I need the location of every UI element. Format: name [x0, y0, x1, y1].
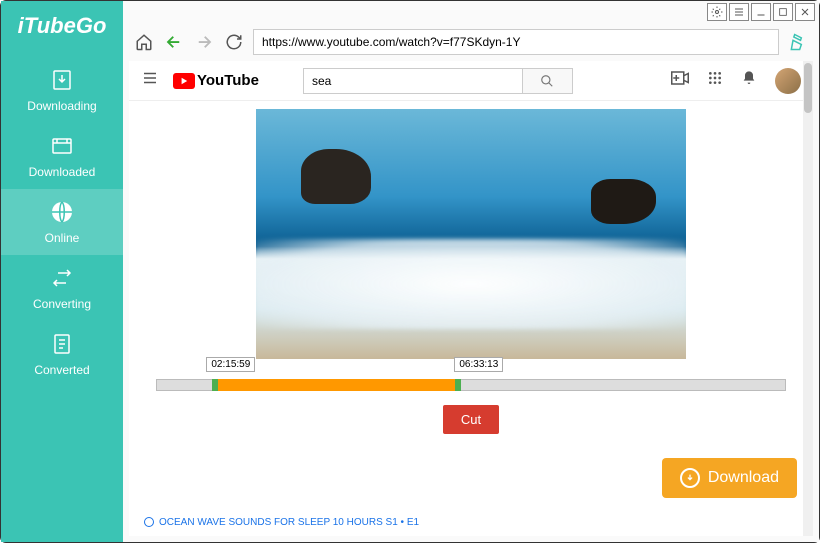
download-button[interactable]: Download: [662, 458, 797, 498]
app-logo: iTubeGo: [18, 13, 107, 39]
video-wrap: 02:15:59 06:33:13 Cut: [129, 101, 813, 434]
forward-icon[interactable]: [193, 31, 215, 53]
clip-end-handle[interactable]: [455, 379, 461, 391]
sidebar-item-label: Downloaded: [29, 165, 96, 179]
clip-end-time[interactable]: 06:33:13: [454, 357, 503, 372]
search-button[interactable]: [523, 68, 573, 94]
sidebar-item-label: Converting: [33, 297, 91, 311]
settings-button[interactable]: [707, 3, 727, 21]
back-icon[interactable]: [163, 31, 185, 53]
clip-start-time[interactable]: 02:15:59: [206, 357, 255, 372]
clip-selection[interactable]: [218, 379, 455, 391]
avatar[interactable]: [775, 68, 801, 94]
document-icon: [49, 331, 75, 357]
download-label: Download: [708, 469, 779, 487]
sidebar-item-downloading[interactable]: Downloading: [1, 57, 123, 123]
globe-icon: [49, 199, 75, 225]
sidebar-item-online[interactable]: Online: [1, 189, 123, 255]
clip-timeline: 02:15:59 06:33:13: [156, 379, 785, 391]
tag-icon: [143, 516, 155, 528]
url-input[interactable]: [253, 29, 779, 55]
minimize-button[interactable]: [751, 3, 771, 21]
url-bar: [123, 23, 819, 61]
apps-icon[interactable]: [707, 70, 723, 91]
reload-icon[interactable]: [223, 31, 245, 53]
video-file-icon: [49, 133, 75, 159]
sidebar-item-label: Converted: [34, 363, 89, 377]
hamburger-icon[interactable]: [141, 69, 159, 92]
video-player[interactable]: [256, 109, 686, 359]
clean-icon[interactable]: [787, 31, 809, 53]
youtube-header: YouTube: [129, 61, 813, 101]
cut-button[interactable]: Cut: [443, 405, 499, 434]
sidebar-item-label: Online: [45, 231, 80, 245]
youtube-logo[interactable]: YouTube: [173, 72, 259, 89]
titlebar: [123, 1, 819, 23]
sidebar-item-converting[interactable]: Converting: [1, 255, 123, 321]
maximize-button[interactable]: [773, 3, 793, 21]
youtube-header-right: [671, 68, 801, 94]
sidebar-item-converted[interactable]: Converted: [1, 321, 123, 387]
sidebar-item-label: Downloading: [27, 99, 96, 113]
timeline-track[interactable]: [156, 379, 785, 391]
main-area: YouTube: [123, 1, 819, 542]
download-icon: [49, 67, 75, 93]
scrollbar[interactable]: [803, 61, 813, 536]
bell-icon[interactable]: [741, 70, 757, 91]
video-title-text: OCEAN WAVE SOUNDS FOR SLEEP 10 HOURS S1 …: [159, 517, 419, 528]
menu-button[interactable]: [729, 3, 749, 21]
youtube-play-icon: [173, 73, 195, 89]
youtube-brand-text: YouTube: [197, 72, 259, 89]
create-icon[interactable]: [671, 71, 689, 90]
sidebar: iTubeGo Downloading Downloaded Online Co…: [1, 1, 123, 542]
search-wrap: [303, 68, 573, 94]
video-content: [591, 179, 656, 224]
scroll-thumb[interactable]: [804, 63, 812, 113]
home-icon[interactable]: [133, 31, 155, 53]
video-title-row[interactable]: OCEAN WAVE SOUNDS FOR SLEEP 10 HOURS S1 …: [143, 516, 419, 528]
convert-icon: [49, 265, 75, 291]
video-content: [256, 239, 686, 329]
search-input[interactable]: [303, 68, 523, 94]
sidebar-item-downloaded[interactable]: Downloaded: [1, 123, 123, 189]
close-button[interactable]: [795, 3, 815, 21]
browser-viewport: YouTube: [129, 61, 813, 536]
video-content: [301, 149, 371, 204]
download-icon: [680, 468, 700, 488]
